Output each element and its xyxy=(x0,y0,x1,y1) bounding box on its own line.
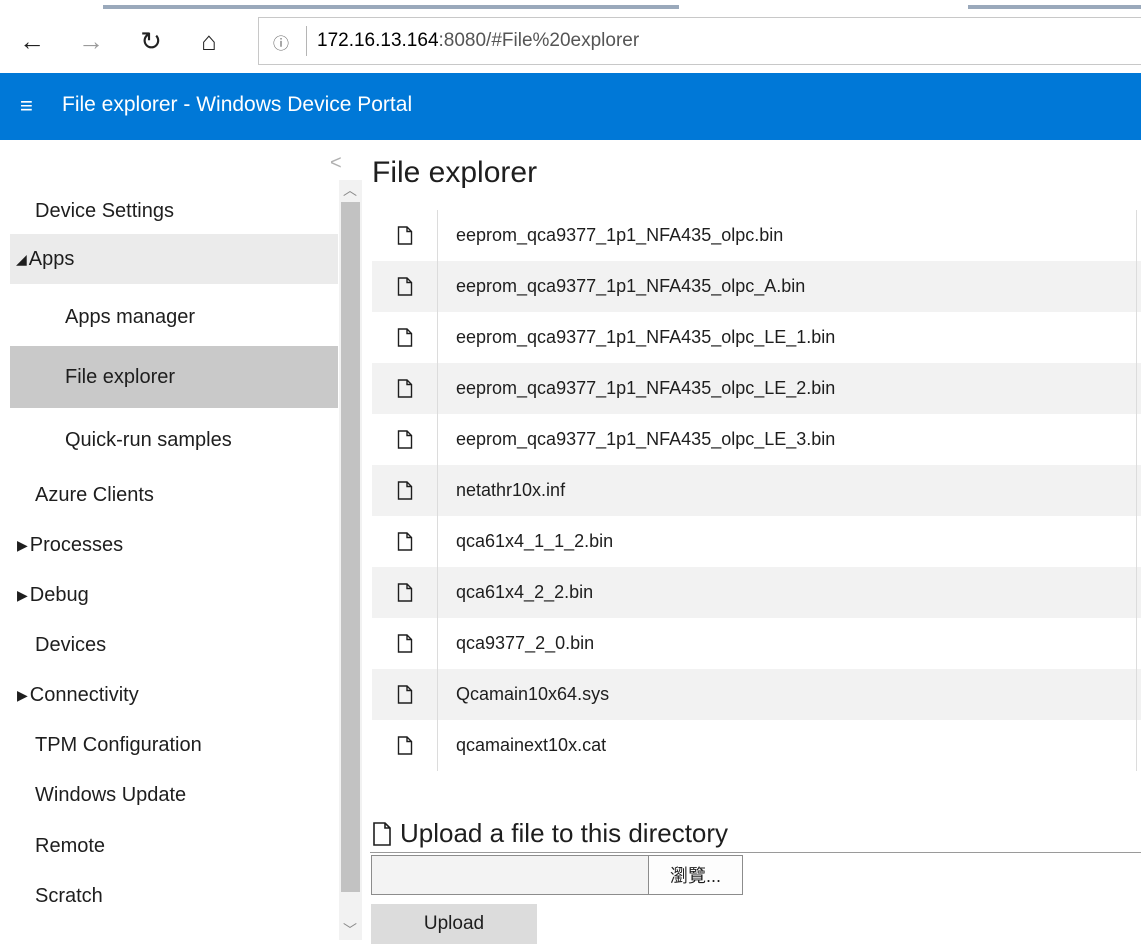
sidebar-item-file-explorer[interactable]: File explorer xyxy=(10,346,338,408)
sidebar-item-apps-manager[interactable]: Apps manager xyxy=(10,292,338,342)
file-row[interactable]: eeprom_qca9377_1p1_NFA435_olpc_A.bin xyxy=(372,261,1141,312)
scroll-down-icon[interactable]: ﹀ xyxy=(343,920,357,940)
expanded-arrow-icon: ◢ xyxy=(16,250,27,267)
hamburger-menu-icon[interactable]: ≡ xyxy=(20,93,33,119)
forward-icon[interactable]: → xyxy=(73,23,109,59)
sidebar-item-processes[interactable]: ▶ Processes xyxy=(10,520,338,570)
sidebar-item-debug[interactable]: ▶ Debug xyxy=(10,570,338,620)
sidebar-item-label: Remote xyxy=(35,834,106,857)
file-icon xyxy=(372,363,437,414)
sidebar-scrollbar[interactable]: ︿ ﹀ xyxy=(339,180,362,940)
page-title: File explorer xyxy=(372,156,538,189)
sidebar-item-label: Windows Update xyxy=(35,783,187,806)
file-row[interactable]: eeprom_qca9377_1p1_NFA435_olpc_LE_2.bin xyxy=(372,363,1141,414)
sidebar-item-devices[interactable]: Devices xyxy=(10,620,338,670)
file-row[interactable]: eeprom_qca9377_1p1_NFA435_olpc.bin xyxy=(372,210,1141,261)
file-icon xyxy=(372,720,437,771)
file-name[interactable]: qca61x4_2_2.bin xyxy=(438,582,593,603)
file-path-input[interactable] xyxy=(371,855,649,895)
sidebar-item-label: TPM Configuration xyxy=(35,733,202,756)
file-icon xyxy=(372,210,437,261)
sidebar: < Device Settings ◢ Apps Apps manager Fi… xyxy=(0,140,362,940)
upload-heading: Upload a file to this directory xyxy=(372,818,728,849)
file-name[interactable]: qca9377_2_0.bin xyxy=(438,633,594,654)
sidebar-item-scratch[interactable]: Scratch xyxy=(10,871,338,921)
browse-button[interactable]: 瀏覽... xyxy=(648,855,743,895)
upload-button[interactable]: Upload xyxy=(371,904,537,944)
home-icon[interactable]: ⌂ xyxy=(191,23,227,59)
back-icon[interactable]: ← xyxy=(14,23,50,59)
main-content: File explorer eeprom_qca9377_1p1_NFA435_… xyxy=(362,140,1141,944)
sidebar-item-label: Scratch xyxy=(35,884,103,907)
file-row[interactable]: eeprom_qca9377_1p1_NFA435_olpc_LE_3.bin xyxy=(372,414,1141,465)
file-row[interactable]: qcamainext10x.cat xyxy=(372,720,1141,771)
sidebar-group-apps[interactable]: ◢ Apps xyxy=(10,234,338,284)
upload-heading-text: Upload a file to this directory xyxy=(400,818,729,848)
file-icon xyxy=(372,312,437,363)
portal-title: File explorer - Windows Device Portal xyxy=(62,93,413,116)
sidebar-item-label: Quick-run samples xyxy=(65,428,232,451)
browser-toolbar: ← → ↻ ⌂ ⓘ 172.16.13.164:8080/#File%20exp… xyxy=(0,9,1141,73)
expand-arrow-icon: ▶ xyxy=(17,586,28,603)
portal-header: ≡ File explorer - Windows Device Portal xyxy=(0,73,1141,140)
file-row[interactable]: qca61x4_2_2.bin xyxy=(372,567,1141,618)
divider xyxy=(370,852,1141,853)
file-row[interactable]: netathr10x.inf xyxy=(372,465,1141,516)
sidebar-item-device-settings[interactable]: Device Settings xyxy=(10,186,338,236)
file-icon xyxy=(372,821,392,846)
file-name[interactable]: eeprom_qca9377_1p1_NFA435_olpc_LE_2.bin xyxy=(438,378,835,399)
sidebar-item-label: Devices xyxy=(35,633,107,656)
url-text[interactable]: 172.16.13.164:8080/#File%20explorer xyxy=(317,30,639,52)
file-name[interactable]: qcamainext10x.cat xyxy=(438,735,606,756)
url-host: 172.16.13.164 xyxy=(317,30,439,51)
sidebar-item-quick-run-samples[interactable]: Quick-run samples xyxy=(10,415,338,465)
expand-arrow-icon: ▶ xyxy=(17,686,28,703)
sidebar-item-azure-clients[interactable]: Azure Clients xyxy=(10,470,338,520)
file-icon xyxy=(372,567,437,618)
file-name[interactable]: Qcamain10x64.sys xyxy=(438,684,609,705)
file-row[interactable]: eeprom_qca9377_1p1_NFA435_olpc_LE_1.bin xyxy=(372,312,1141,363)
refresh-icon[interactable]: ↻ xyxy=(133,23,169,59)
file-list: eeprom_qca9377_1p1_NFA435_olpc.bineeprom… xyxy=(372,210,1141,771)
sidebar-item-remote[interactable]: Remote xyxy=(10,821,338,871)
sidebar-item-windows-update[interactable]: Windows Update xyxy=(10,770,338,820)
info-icon[interactable]: ⓘ xyxy=(273,30,293,53)
file-icon xyxy=(372,261,437,312)
file-row[interactable]: qca61x4_1_1_2.bin xyxy=(372,516,1141,567)
sidebar-item-tpm-configuration[interactable]: TPM Configuration xyxy=(10,720,338,770)
sidebar-item-label: Apps manager xyxy=(65,305,196,328)
sidebar-item-label: Debug xyxy=(29,583,89,606)
file-name[interactable]: eeprom_qca9377_1p1_NFA435_olpc_LE_1.bin xyxy=(438,327,835,348)
file-icon xyxy=(372,465,437,516)
scroll-up-icon[interactable]: ︿ xyxy=(343,180,357,200)
file-name[interactable]: eeprom_qca9377_1p1_NFA435_olpc_LE_3.bin xyxy=(438,429,835,450)
file-icon xyxy=(372,669,437,720)
sidebar-item-connectivity[interactable]: ▶ Connectivity xyxy=(10,670,338,720)
scrollbar-thumb[interactable] xyxy=(341,202,360,892)
file-name[interactable]: eeprom_qca9377_1p1_NFA435_olpc.bin xyxy=(438,225,783,246)
collapse-sidebar-icon[interactable]: < xyxy=(330,152,342,175)
table-right-border xyxy=(1136,210,1137,771)
sidebar-item-label: File explorer xyxy=(65,365,176,388)
sidebar-item-label: Processes xyxy=(29,533,124,556)
file-icon xyxy=(372,516,437,567)
file-row[interactable]: qca9377_2_0.bin xyxy=(372,618,1141,669)
file-name[interactable]: qca61x4_1_1_2.bin xyxy=(438,531,613,552)
file-row[interactable]: Qcamain10x64.sys xyxy=(372,669,1141,720)
file-name[interactable]: netathr10x.inf xyxy=(438,480,565,501)
sidebar-item-label: Apps xyxy=(28,247,75,270)
url-path: :8080/#File%20explorer xyxy=(438,30,640,51)
address-separator xyxy=(306,26,307,56)
sidebar-item-label: Connectivity xyxy=(29,683,139,706)
sidebar-item-label: Azure Clients xyxy=(35,483,154,506)
file-icon xyxy=(372,618,437,669)
file-name[interactable]: eeprom_qca9377_1p1_NFA435_olpc_A.bin xyxy=(438,276,805,297)
expand-arrow-icon: ▶ xyxy=(17,536,28,553)
tab-strip xyxy=(0,0,1141,9)
address-bar[interactable]: ⓘ 172.16.13.164:8080/#File%20explorer xyxy=(258,17,1141,65)
file-icon xyxy=(372,414,437,465)
sidebar-item-label: Device Settings xyxy=(35,199,174,222)
